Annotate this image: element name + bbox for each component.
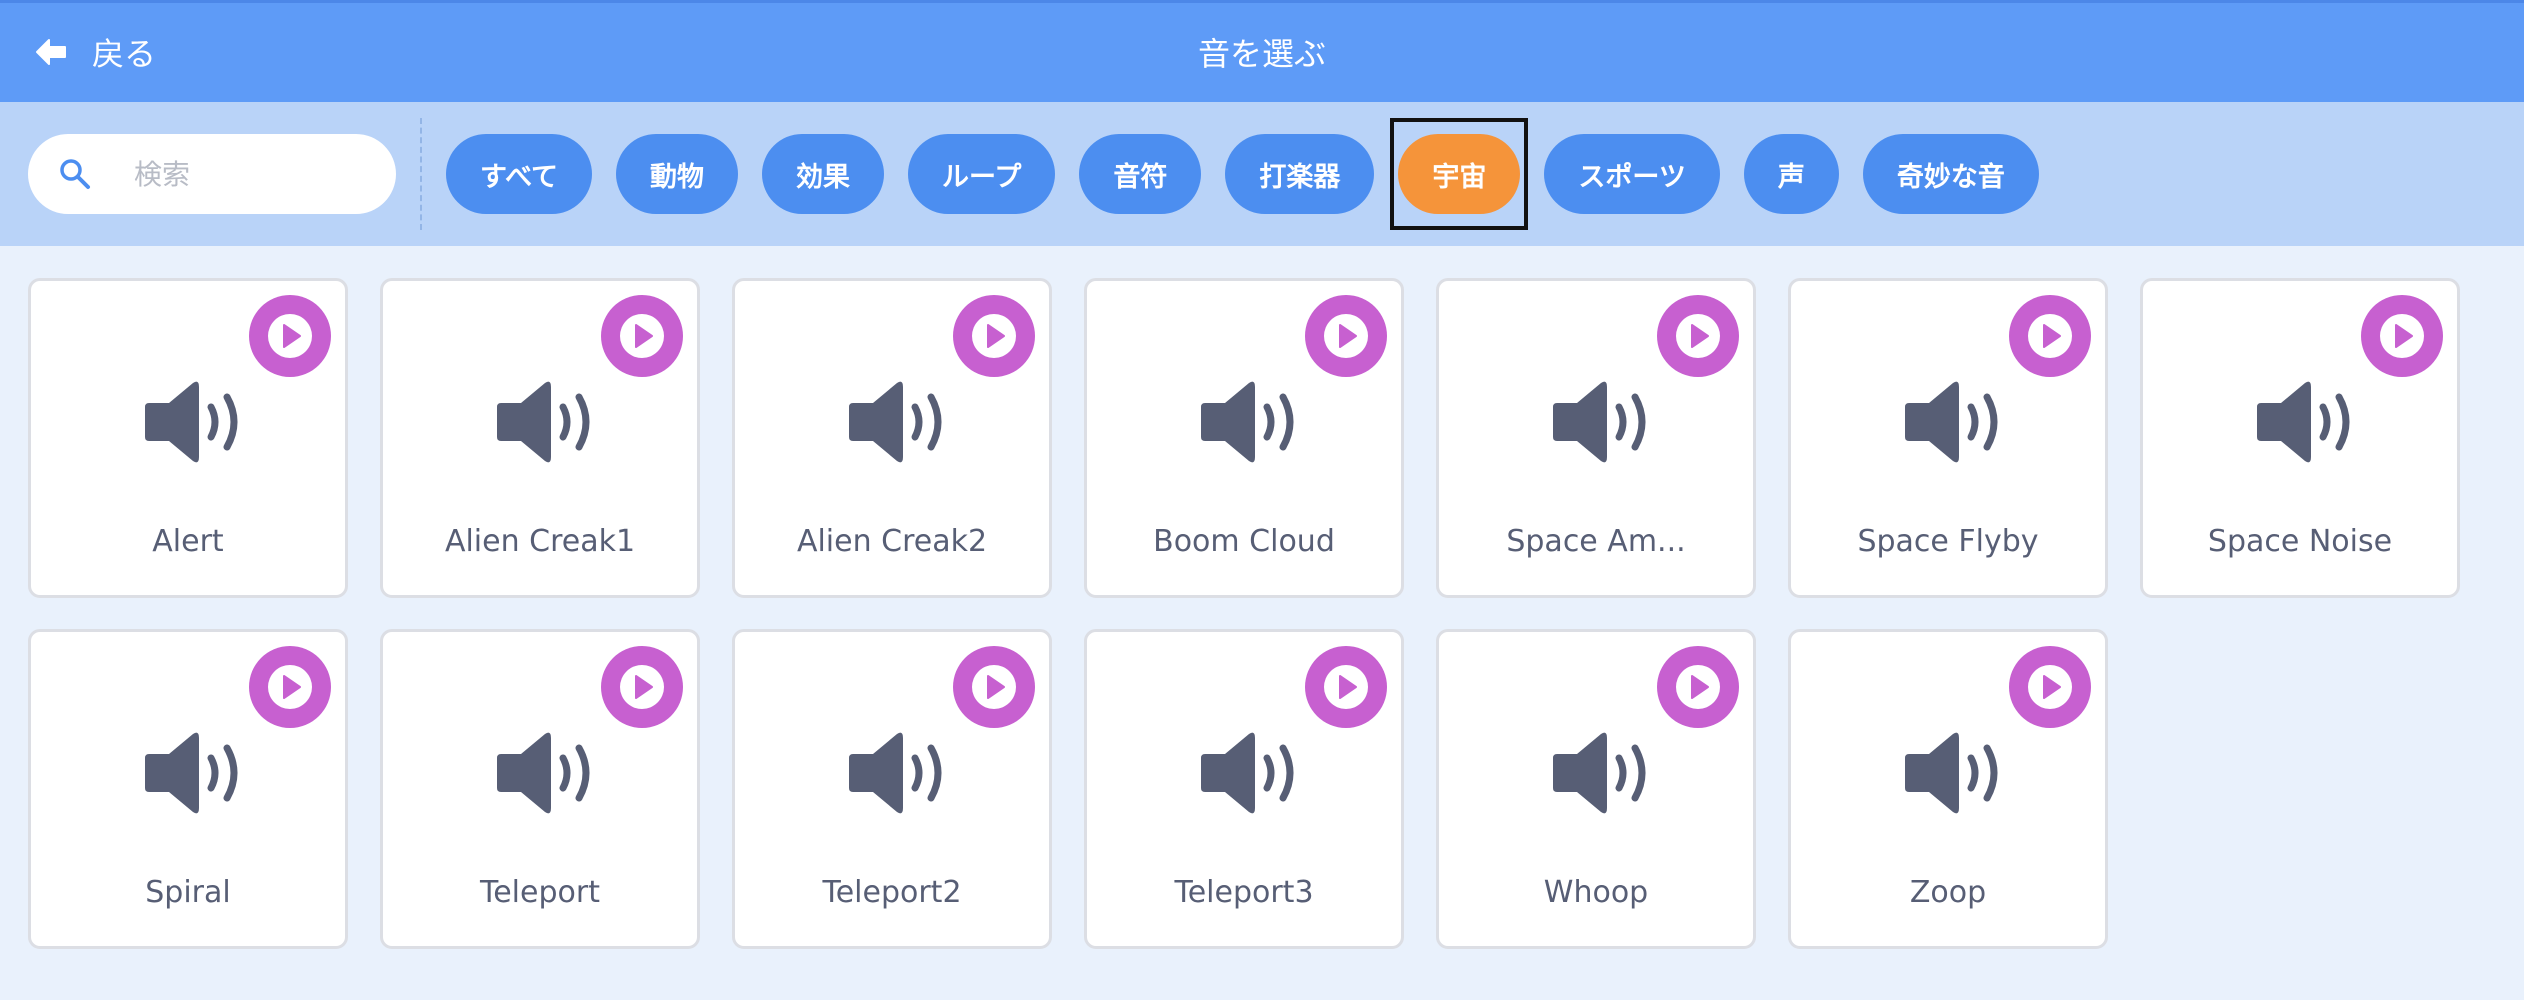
- play-icon: [2028, 314, 2072, 358]
- sound-card[interactable]: Zoop: [1788, 629, 2108, 949]
- play-button[interactable]: [2009, 295, 2091, 377]
- speaker-icon: [497, 732, 590, 814]
- play-icon: [1676, 314, 1720, 358]
- tag-button[interactable]: 動物: [616, 134, 739, 214]
- play-icon: [1324, 314, 1368, 358]
- tag-button[interactable]: 奇妙な音: [1862, 134, 2039, 214]
- play-icon: [972, 314, 1016, 358]
- tag-button[interactable]: 音符: [1079, 134, 1202, 214]
- sound-grid: Alert Alien Creak1 Alien Creak2 Boom Cloud S…: [28, 278, 2460, 949]
- sound-card[interactable]: Alien Creak2: [732, 278, 1052, 598]
- play-button[interactable]: [1305, 646, 1387, 728]
- sound-name: Space Noise: [2207, 524, 2393, 559]
- speaker-icon: [2257, 381, 2350, 463]
- sound-name: Space Am...: [1506, 524, 1686, 559]
- play-button[interactable]: [2361, 295, 2443, 377]
- play-icon: [2028, 665, 2072, 709]
- header-bar: 戻る 音を選ぶ: [0, 0, 2524, 102]
- sound-name: Teleport2: [822, 875, 962, 910]
- sound-card[interactable]: Space Flyby: [1788, 278, 2108, 598]
- sound-name: Zoop: [1909, 875, 1987, 910]
- speaker-icon: [145, 732, 238, 814]
- speaker-icon: [1905, 381, 1998, 463]
- speaker-icon: [849, 381, 942, 463]
- sound-card[interactable]: Space Noise: [2140, 278, 2460, 598]
- speaker-icon: [1201, 381, 1294, 463]
- play-button[interactable]: [953, 646, 1035, 728]
- tag-button[interactable]: スポーツ: [1544, 134, 1720, 214]
- search-icon: [60, 159, 90, 189]
- play-icon: [2380, 314, 2424, 358]
- sound-card[interactable]: Alien Creak1: [380, 278, 700, 598]
- speaker-icon: [145, 381, 238, 463]
- tag-button[interactable]: ループ: [908, 134, 1056, 214]
- page-title: 音を選ぶ: [1197, 35, 1326, 73]
- play-icon: [1324, 665, 1368, 709]
- tag-button[interactable]: 宇宙: [1390, 118, 1529, 230]
- speaker-icon: [1553, 732, 1646, 814]
- category-tags: すべて 動物 効果 ループ 音符 打楽器 宇宙 スポーツ声奇妙な音: [446, 118, 2039, 230]
- sound-card[interactable]: Boom Cloud: [1084, 278, 1404, 598]
- speaker-icon: [849, 732, 942, 814]
- play-button[interactable]: [2009, 646, 2091, 728]
- sound-name: Whoop: [1543, 875, 1649, 910]
- sound-name: Teleport: [480, 875, 600, 910]
- sound-name: Alert: [152, 524, 224, 559]
- play-button[interactable]: [1657, 295, 1739, 377]
- sound-card[interactable]: Space Am...: [1436, 278, 1756, 598]
- speaker-icon: [1905, 732, 1998, 814]
- play-button[interactable]: [249, 646, 331, 728]
- tag-button[interactable]: 打楽器: [1225, 134, 1375, 214]
- play-icon: [620, 314, 664, 358]
- play-button[interactable]: [249, 295, 331, 377]
- divider: [420, 118, 422, 230]
- sound-name: Teleport3: [1174, 875, 1314, 910]
- sound-name: Boom Cloud: [1153, 524, 1335, 559]
- play-icon: [972, 665, 1016, 709]
- tag-button[interactable]: 効果: [762, 134, 885, 214]
- play-icon: [268, 314, 312, 358]
- sound-card[interactable]: Alert: [28, 278, 348, 598]
- speaker-icon: [1201, 732, 1294, 814]
- play-button[interactable]: [1305, 295, 1387, 377]
- play-button[interactable]: [601, 295, 683, 377]
- sound-name: Spiral: [145, 875, 231, 910]
- play-button[interactable]: [953, 295, 1035, 377]
- tag-button[interactable]: 声: [1743, 134, 1839, 214]
- play-icon: [268, 665, 312, 709]
- search-box[interactable]: [28, 134, 396, 214]
- filter-bar: すべて動物効果ループ音符打楽器宇宙スポーツ声奇妙な音: [0, 102, 2524, 246]
- tag-button[interactable]: すべて: [446, 134, 593, 214]
- sound-card[interactable]: Whoop: [1436, 629, 1756, 949]
- sound-name: Alien Creak1: [444, 524, 636, 559]
- play-button[interactable]: [601, 646, 683, 728]
- search-input[interactable]: [132, 156, 376, 192]
- sound-card[interactable]: Teleport: [380, 629, 700, 949]
- sound-name: Alien Creak2: [796, 524, 988, 559]
- sound-name: Space Flyby: [1857, 524, 2039, 559]
- sound-card[interactable]: Spiral: [28, 629, 348, 949]
- play-icon: [620, 665, 664, 709]
- play-icon: [1676, 665, 1720, 709]
- sound-card[interactable]: Teleport3: [1084, 629, 1404, 949]
- play-button[interactable]: [1657, 646, 1739, 728]
- speaker-icon: [497, 381, 590, 463]
- speaker-icon: [1553, 381, 1646, 463]
- sound-card[interactable]: Teleport2: [732, 629, 1052, 949]
